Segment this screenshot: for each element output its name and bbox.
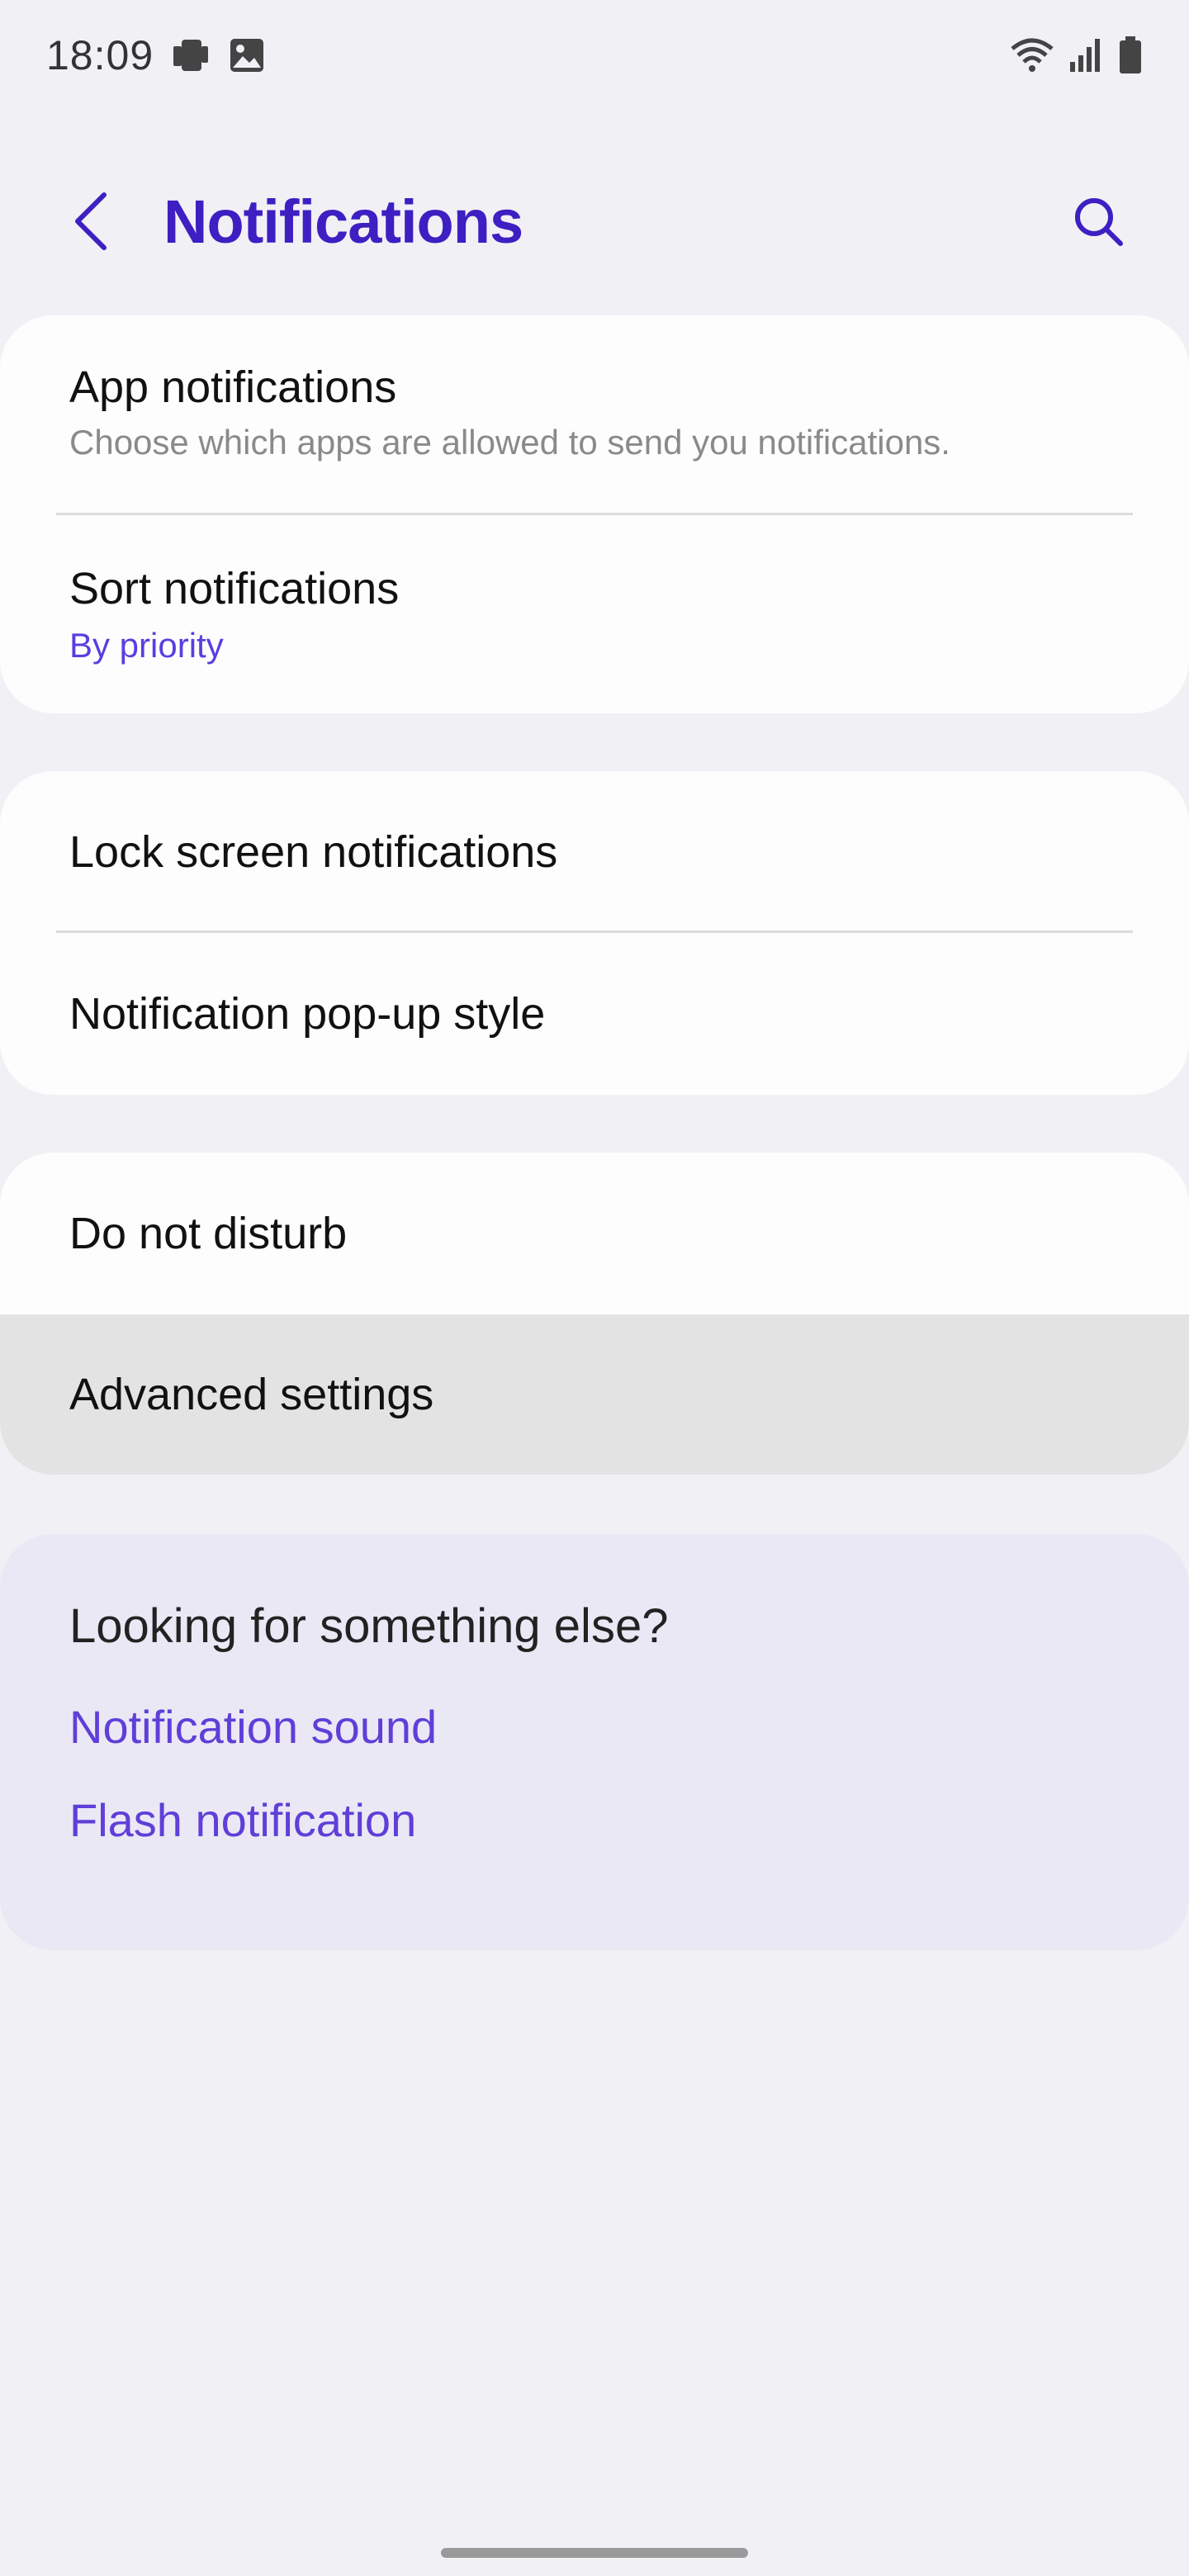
sort-notifications-title: Sort notifications: [69, 564, 400, 613]
battery-icon: [1118, 36, 1143, 74]
status-left: 18:09: [46, 31, 266, 79]
back-button[interactable]: [56, 187, 126, 256]
status-time: 18:09: [46, 32, 154, 78]
advanced-settings-item[interactable]: Advanced settings: [0, 1314, 1189, 1475]
app-notifications-subtitle: Choose which apps are allowed to send yo…: [69, 423, 950, 462]
app-header: Notifications: [0, 149, 1189, 297]
lock-screen-notifications-title: Lock screen notifications: [69, 827, 558, 877]
search-button[interactable]: [1063, 187, 1133, 256]
more-settings-card: Do not disturb Advanced settings: [0, 1153, 1189, 1475]
flash-notification-link[interactable]: Flash notification: [69, 1793, 1120, 1847]
chevron-left-icon: [75, 192, 107, 250]
signal-icon: [1068, 37, 1105, 73]
search-icon: [1075, 198, 1123, 246]
sort-notifications-value: By priority: [69, 626, 224, 665]
notification-popup-style-item[interactable]: Notification pop-up style: [0, 933, 1189, 1095]
do-not-disturb-title: Do not disturb: [69, 1209, 348, 1258]
app-notifications-item[interactable]: App notifications Choose which apps are …: [0, 315, 1189, 515]
status-bar: 18:09: [0, 0, 1189, 111]
notification-sound-link[interactable]: Notification sound: [69, 1700, 1120, 1754]
notification-popup-style-title: Notification pop-up style: [69, 989, 546, 1039]
advanced-settings-title: Advanced settings: [69, 1370, 434, 1419]
display-settings-card: Lock screen notifications Notification p…: [0, 771, 1189, 1095]
image-icon: [228, 36, 266, 74]
status-right: [1009, 36, 1143, 75]
suggestions-title: Looking for something else?: [69, 1599, 669, 1653]
wifi-icon: [1009, 36, 1055, 75]
suggestions-card: Looking for something else? Notification…: [0, 1534, 1189, 1950]
home-indicator[interactable]: [441, 2548, 748, 2558]
notifications-settings-screen: 18:09 Notifications App notifications Ch…: [0, 0, 1189, 2576]
device-cast-icon: [170, 35, 211, 76]
app-notifications-title: App notifications: [69, 362, 397, 412]
do-not-disturb-item[interactable]: Do not disturb: [0, 1153, 1189, 1314]
sort-notifications-item[interactable]: Sort notifications By priority: [0, 515, 1189, 713]
page-title: Notifications: [163, 187, 523, 256]
general-settings-card: App notifications Choose which apps are …: [0, 315, 1189, 713]
lock-screen-notifications-item[interactable]: Lock screen notifications: [0, 771, 1189, 933]
